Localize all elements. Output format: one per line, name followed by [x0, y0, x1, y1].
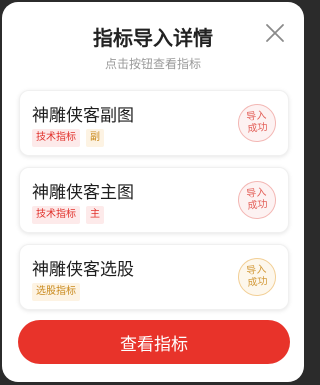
type-tag: 主 — [86, 206, 104, 224]
category-tag: 选股指标 — [32, 283, 80, 301]
indicator-card[interactable]: 神雕侠客主图 技术指标 主 导入 成功 — [19, 167, 289, 233]
category-tag: 技术指标 — [32, 129, 80, 147]
view-indicators-button[interactable]: 查看指标 — [18, 320, 290, 364]
import-status-text: 导入 成功 — [245, 187, 269, 212]
indicator-name: 神雕侠客主图 — [32, 183, 134, 203]
indicator-tags: 选股指标 — [32, 283, 80, 301]
import-details-dialog: 指标导入详情 点击按钮查看指标 神雕侠客副图 技术指标 副 导入 成功 神雕侠客… — [2, 2, 304, 382]
indicator-tags: 技术指标 主 — [32, 206, 104, 224]
import-status-text: 导入 成功 — [245, 110, 269, 135]
indicator-name: 神雕侠客副图 — [32, 106, 134, 126]
indicator-name: 神雕侠客选股 — [32, 260, 134, 280]
close-icon[interactable] — [264, 22, 286, 44]
indicator-card[interactable]: 神雕侠客副图 技术指标 副 导入 成功 — [19, 90, 289, 156]
type-tag: 副 — [86, 129, 104, 147]
indicator-card[interactable]: 神雕侠客选股 选股指标 导入 成功 — [19, 244, 289, 310]
dialog-subtitle: 点击按钮查看指标 — [104, 57, 201, 71]
import-success-stamp: 导入 成功 — [236, 179, 278, 221]
import-status-text: 导入 成功 — [245, 264, 269, 289]
import-success-stamp: 导入 成功 — [236, 102, 278, 144]
import-success-stamp: 导入 成功 — [236, 256, 278, 298]
dialog-title: 指标导入详情 — [93, 26, 213, 50]
indicator-tags: 技术指标 副 — [32, 129, 104, 147]
category-tag: 技术指标 — [32, 206, 80, 224]
view-indicators-label: 查看指标 — [120, 334, 188, 355]
